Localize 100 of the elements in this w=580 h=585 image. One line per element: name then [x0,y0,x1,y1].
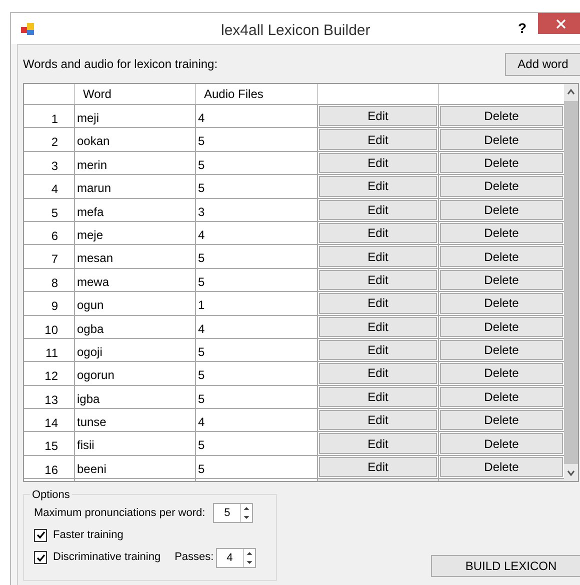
row-number: 10 [24,316,75,338]
row-number: 13 [24,386,75,408]
delete-button[interactable]: Delete [440,176,563,197]
table-cell: 5 [196,152,318,174]
window-title: lex4all Lexicon Builder [221,21,370,41]
edit-button[interactable]: Edit [319,106,437,126]
table-cell: igba [75,386,196,408]
delete-button[interactable]: Delete [440,410,563,430]
edit-button[interactable]: Edit [319,270,437,290]
row-number: 6 [24,222,75,244]
close-icon [556,18,566,28]
help-button[interactable]: ? [518,18,527,39]
group-title: Options [30,487,72,504]
row-number: 12 [24,362,75,385]
build-lexicon-button[interactable]: BUILD LEXICON [431,555,580,577]
delete-button[interactable]: Delete [440,293,563,314]
delete-button[interactable]: Delete [440,106,563,126]
row-number: 3 [24,152,75,174]
table-cell: 5 [196,456,318,478]
table-cell: ogun [75,292,196,315]
delete-button[interactable]: Delete [440,386,563,408]
table-cell: 5 [196,432,318,455]
table-cell: marun [75,175,196,198]
edit-button[interactable]: Edit [319,222,437,244]
edit-button[interactable]: Edit [319,363,437,384]
add-word-button[interactable]: Add word [505,52,580,76]
max-pronunciations-label: Maximum pronunciations per word: [34,506,206,521]
table-cell: mesan [75,245,196,268]
table-cell: ookan [75,128,196,151]
table-cell: 5 [196,268,318,292]
edit-button[interactable]: Edit [319,200,437,220]
table-cell: 5 [196,245,318,268]
row-number: 16 [24,456,75,478]
table-cell: 3 [196,198,318,221]
row-number: 5 [24,198,75,221]
row-number: 2 [24,128,75,151]
table-cell: 5 [196,338,318,362]
delete-button[interactable]: Delete [440,433,563,454]
edit-button[interactable]: Edit [319,293,437,314]
number-spinner[interactable]: 5 [213,503,254,523]
table-cell: ogoji [75,338,196,362]
table-cell: mefa [75,198,196,221]
delete-button[interactable]: Delete [440,222,563,244]
row-number: 15 [24,432,75,455]
table-cell: 5 [196,362,318,385]
spinner-value: 4 [226,550,234,566]
table-cell: 4 [196,105,318,128]
delete-button[interactable]: Delete [440,152,563,174]
table-cell: beeni [75,456,196,478]
edit-button[interactable]: Edit [319,246,437,267]
edit-button[interactable]: Edit [319,456,437,478]
checkbox[interactable] [34,551,47,564]
row-number: 14 [24,409,75,432]
edit-button[interactable]: Edit [319,433,437,454]
table-cell: 1 [196,292,318,315]
row-number: 9 [24,292,75,315]
table-cell: 5 [196,175,318,198]
column-header: Word [75,84,196,104]
table-cell: tunse [75,409,196,432]
check-icon [36,552,46,562]
checkbox-label: Faster training [53,528,124,543]
delete-button[interactable]: Delete [440,246,563,267]
passes-label: Passes: [174,550,214,566]
delete-button[interactable]: Delete [440,363,563,384]
checkbox-label: Discriminative training [53,550,161,566]
edit-button[interactable]: Edit [319,340,437,360]
table-cell: meje [75,222,196,244]
edit-button[interactable]: Edit [319,386,437,408]
table-cell: fisii [75,432,196,455]
delete-button[interactable]: Delete [440,270,563,290]
table-cell: ogba [75,316,196,338]
table-cell: merin [75,152,196,174]
row-number: 4 [24,175,75,198]
checkbox[interactable] [34,528,47,542]
edit-button[interactable]: Edit [319,129,437,150]
table-cell: 4 [196,316,318,338]
check-icon [36,530,46,540]
table-cell: 4 [196,409,318,432]
delete-button[interactable]: Delete [440,456,563,478]
edit-button[interactable]: Edit [319,152,437,174]
delete-button[interactable]: Delete [440,129,563,150]
row-number: 1 [24,105,75,128]
close-button[interactable] [538,13,580,34]
table-cell: 5 [196,128,318,151]
column-header: Audio Files [196,84,318,104]
edit-button[interactable]: Edit [319,410,437,430]
delete-button[interactable]: Delete [440,200,563,220]
table-cell: 4 [196,222,318,244]
row-number: 8 [24,268,75,292]
table-cell: mewa [75,268,196,292]
header-label: Words and audio for lexicon training: [23,56,218,73]
delete-button[interactable]: Delete [440,316,563,337]
edit-button[interactable]: Edit [319,176,437,197]
edit-button[interactable]: Edit [319,316,437,337]
table-cell: ogorun [75,362,196,385]
app-icon [21,22,35,36]
spinner-value: 5 [223,506,232,521]
delete-button[interactable]: Delete [440,340,563,360]
table-cell: 5 [196,386,318,408]
number-spinner[interactable]: 4 [216,548,256,568]
